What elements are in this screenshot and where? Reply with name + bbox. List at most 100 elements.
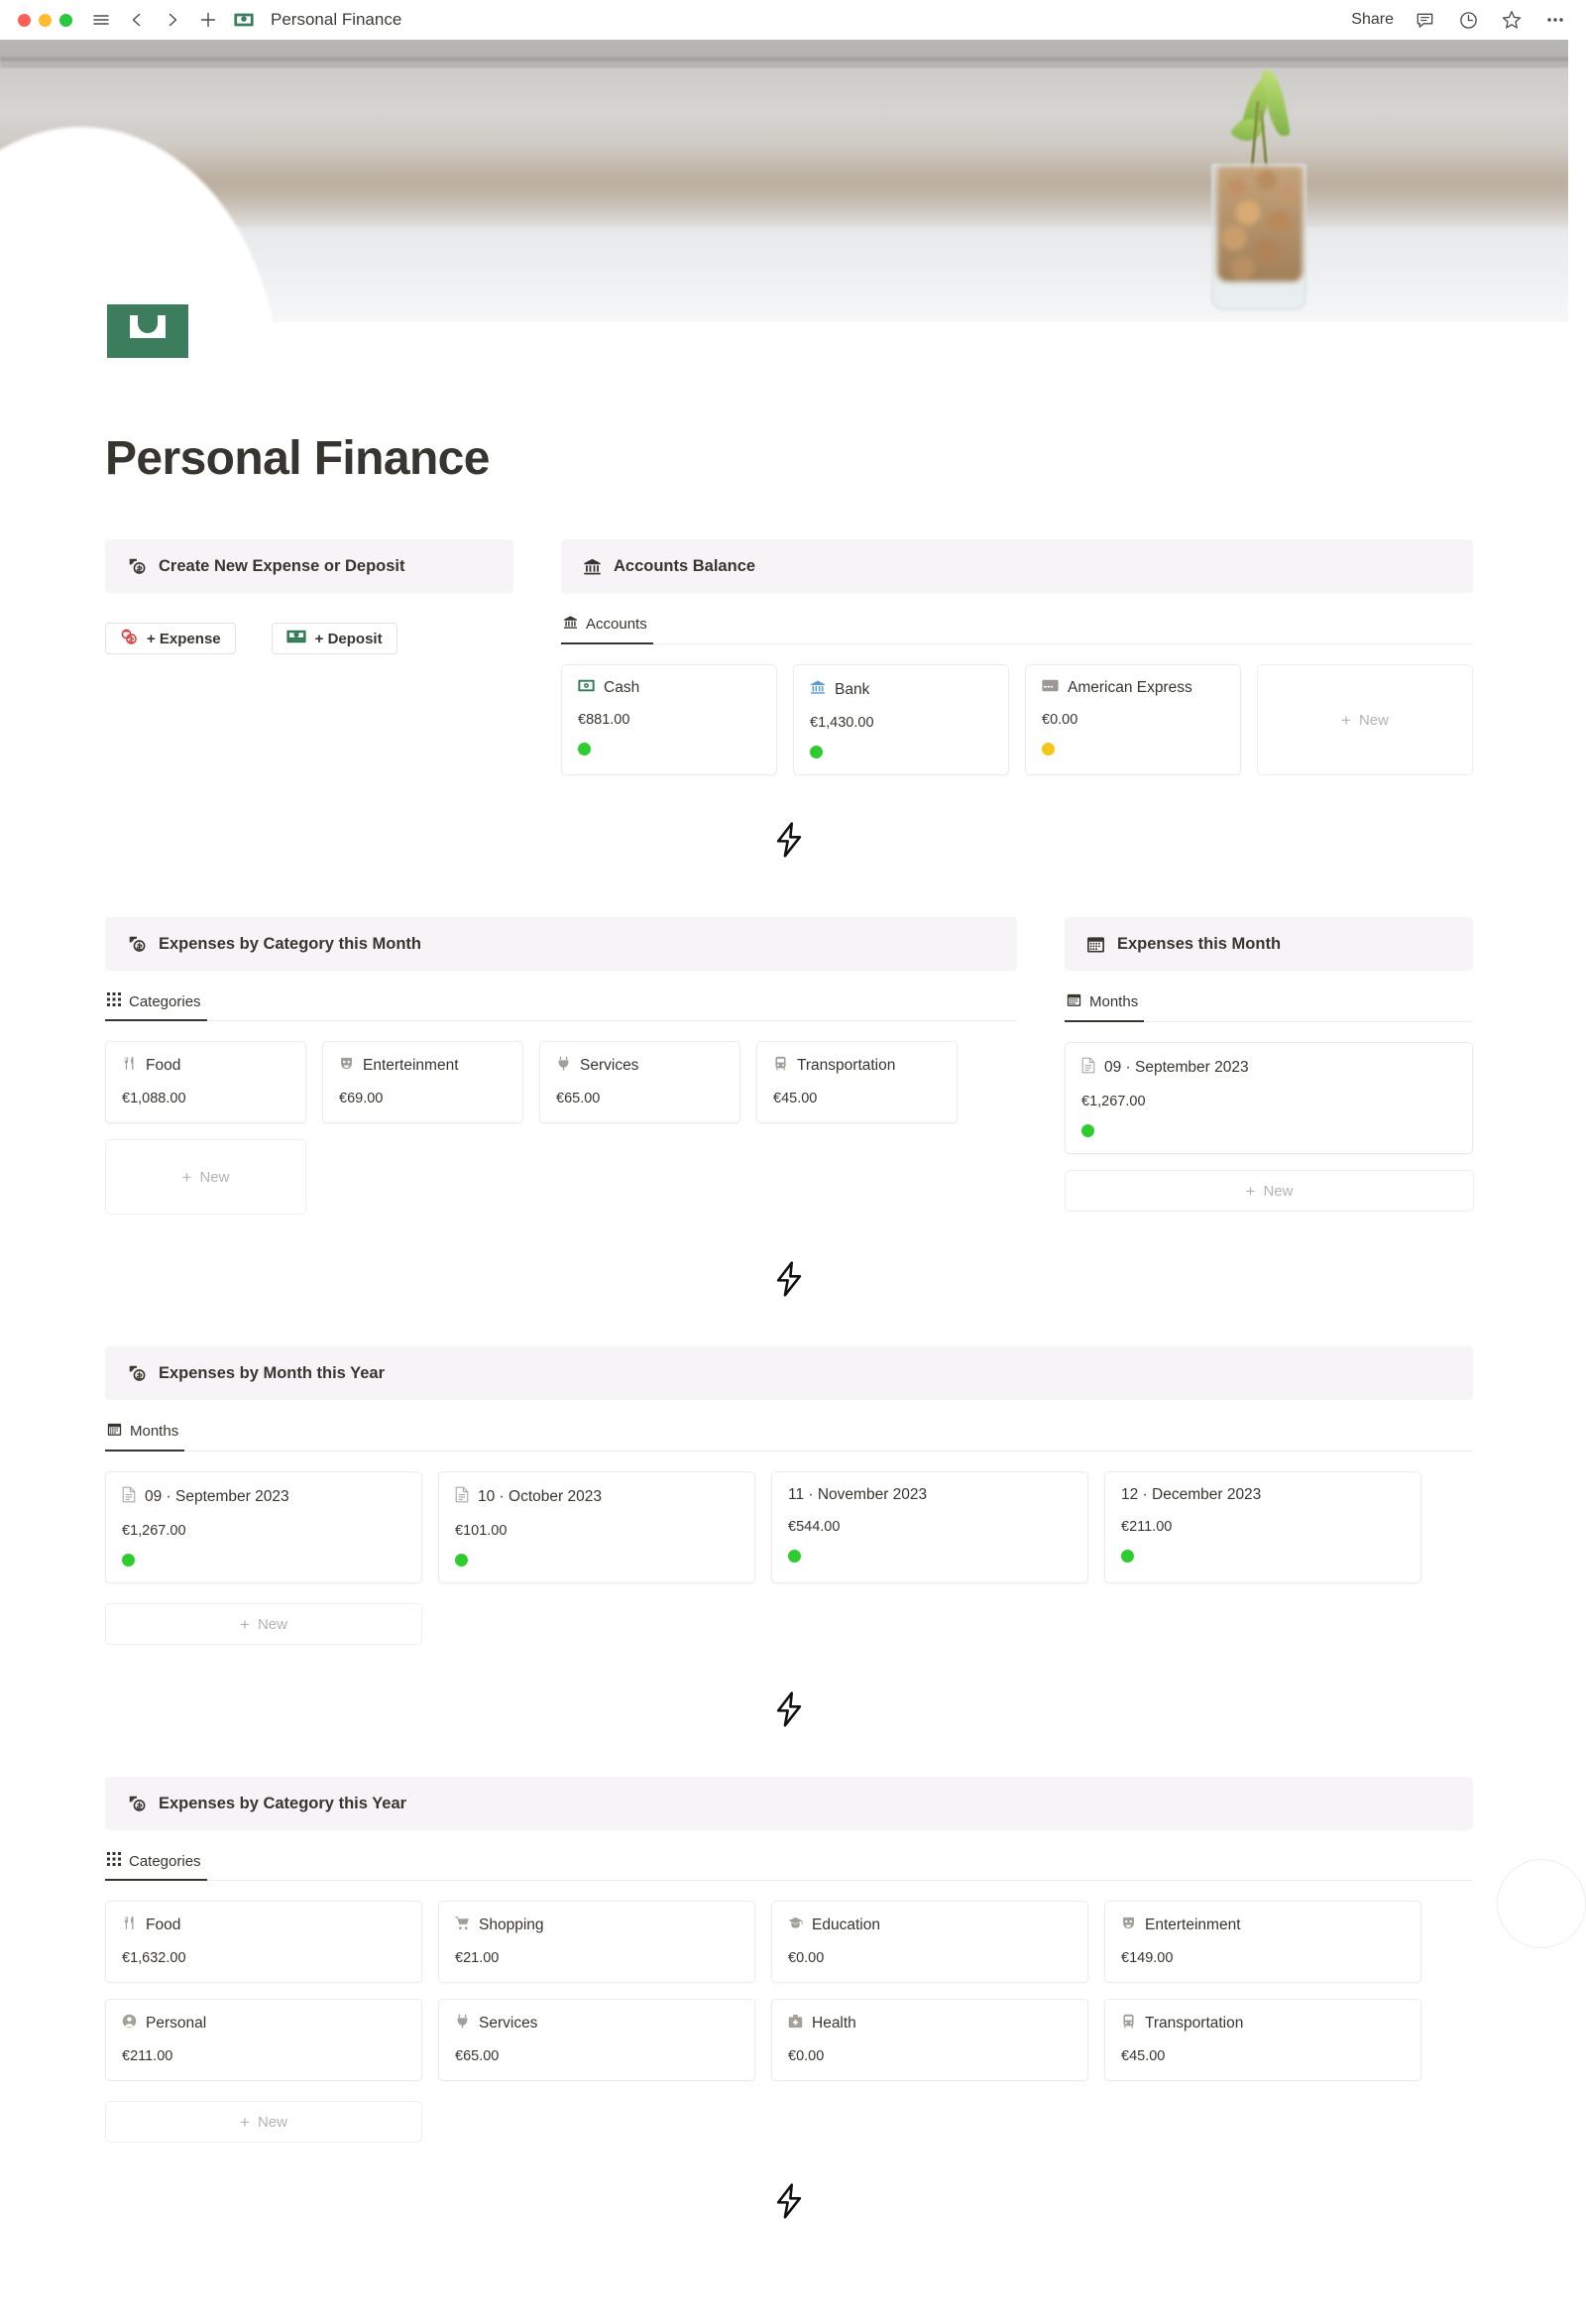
month-card[interactable]: 11 · November 2023 €544.00 bbox=[771, 1471, 1088, 1583]
second-section-row: Expenses by Category this Month Categori… bbox=[105, 917, 1474, 1215]
category-card[interactable]: Transportation €45.00 bbox=[1104, 1999, 1421, 2081]
expenses-month-cards: 09 · September 2023 €1,267.00 bbox=[1065, 1042, 1473, 1154]
category-card[interactable]: Food €1,088.00 bbox=[105, 1041, 306, 1123]
month-card-name: 09 · September 2023 bbox=[145, 1488, 289, 1505]
account-card[interactable]: American Express €0.00 bbox=[1025, 664, 1241, 775]
month-card-name: 10 · October 2023 bbox=[478, 1488, 602, 1505]
tab-accounts[interactable]: Accounts bbox=[561, 615, 653, 644]
add-expense-label: + Expense bbox=[147, 630, 221, 647]
tab-categories[interactable]: Categories bbox=[105, 1852, 207, 1881]
food-icon bbox=[122, 1916, 137, 1935]
window-title: Personal Finance bbox=[271, 10, 402, 29]
category-card-name: Education bbox=[812, 1917, 880, 1933]
category-card[interactable]: Services €65.00 bbox=[539, 1041, 740, 1123]
share-button[interactable]: Share bbox=[1351, 11, 1394, 29]
add-expense-button[interactable]: + Expense bbox=[105, 623, 236, 654]
category-card[interactable]: Services €65.00 bbox=[438, 1999, 755, 2081]
add-new-month-button[interactable]: + New bbox=[105, 1603, 422, 1645]
page-title: Personal Finance bbox=[105, 432, 490, 485]
category-card-title: Food bbox=[122, 1056, 289, 1076]
category-card-name: Enterteinment bbox=[363, 1057, 459, 1074]
category-card-title: Services bbox=[556, 1056, 724, 1076]
graduation-cap-icon bbox=[788, 1916, 803, 1935]
tab-months[interactable]: Months bbox=[105, 1422, 185, 1452]
expenses-by-category-month-block: Expenses by Category this Month Categori… bbox=[105, 917, 1017, 1215]
comment-icon[interactable] bbox=[1412, 7, 1437, 33]
chevron-right-icon[interactable] bbox=[160, 7, 185, 33]
star-icon[interactable] bbox=[1499, 7, 1525, 33]
banknote-green-icon bbox=[286, 630, 306, 647]
tab-months-label: Months bbox=[130, 1423, 179, 1440]
plug-icon bbox=[556, 1056, 571, 1076]
maximize-window-button[interactable] bbox=[59, 13, 72, 27]
category-card-value: €0.00 bbox=[788, 2048, 825, 2064]
page-icon[interactable] bbox=[105, 302, 190, 360]
account-card-name: Cash bbox=[604, 679, 640, 696]
masks-icon bbox=[339, 1056, 354, 1076]
money-exchange-icon bbox=[127, 934, 147, 954]
account-card[interactable]: Bank €1,430.00 bbox=[793, 664, 1009, 775]
category-card[interactable]: Shopping €21.00 bbox=[438, 1901, 755, 1983]
bank-icon bbox=[583, 557, 602, 576]
category-card[interactable]: Transportation €45.00 bbox=[756, 1041, 958, 1123]
month-card-value: €544.00 bbox=[788, 1519, 841, 1535]
category-year-tabstrip: Categories bbox=[105, 1852, 1473, 1881]
add-new-month-label: New bbox=[257, 1615, 287, 1633]
category-card-value: €149.00 bbox=[1121, 1950, 1174, 1966]
category-card[interactable]: Food €1,632.00 bbox=[105, 1901, 422, 1983]
add-new-category-label: New bbox=[257, 2113, 287, 2131]
grid-icon bbox=[107, 1852, 121, 1870]
minimize-window-button[interactable] bbox=[39, 13, 52, 27]
money-exchange-icon bbox=[127, 556, 147, 576]
month-card-name: 11 · November 2023 bbox=[788, 1486, 928, 1503]
cash-icon bbox=[578, 679, 595, 697]
add-new-category-button[interactable]: + New bbox=[105, 1139, 306, 1215]
add-new-account-button[interactable]: + New bbox=[1257, 664, 1473, 775]
calendar-icon bbox=[107, 1422, 122, 1441]
money-exchange-icon bbox=[127, 1363, 147, 1383]
month-card[interactable]: 09 · September 2023 €1,267.00 bbox=[105, 1471, 422, 1583]
category-card[interactable]: Enterteinment €149.00 bbox=[1104, 1901, 1421, 1983]
chevron-left-icon[interactable] bbox=[124, 7, 150, 33]
account-card-value: €1,430.00 bbox=[810, 715, 874, 731]
ellipsis-icon[interactable] bbox=[1542, 7, 1568, 33]
hamburger-icon[interactable] bbox=[88, 7, 114, 33]
category-card[interactable]: Education €0.00 bbox=[771, 1901, 1088, 1983]
clock-icon[interactable] bbox=[1455, 7, 1481, 33]
category-card-value: €65.00 bbox=[455, 2048, 500, 2064]
category-month-cards: Food €1,088.00 Enterteinment €69.00 Serv… bbox=[105, 1041, 1017, 1215]
window-titlebar: Personal Finance Share bbox=[0, 0, 1586, 40]
tab-months-label: Months bbox=[1089, 993, 1139, 1010]
calendar-icon bbox=[1067, 992, 1081, 1011]
month-card[interactable]: 10 · October 2023 €101.00 bbox=[438, 1471, 755, 1583]
category-card-value: €21.00 bbox=[455, 1950, 500, 1966]
tab-categories[interactable]: Categories bbox=[105, 992, 207, 1021]
month-card[interactable]: 12 · December 2023 €211.00 bbox=[1104, 1471, 1421, 1583]
plus-icon[interactable] bbox=[195, 7, 221, 33]
month-card-value: €101.00 bbox=[455, 1523, 508, 1539]
add-deposit-button[interactable]: + Deposit bbox=[271, 623, 397, 654]
status-badge bbox=[810, 746, 823, 758]
document-icon bbox=[122, 1486, 136, 1508]
category-card[interactable]: Personal €211.00 bbox=[105, 1999, 422, 2081]
account-card[interactable]: Cash €881.00 bbox=[561, 664, 777, 775]
category-card[interactable]: Health €0.00 bbox=[771, 1999, 1088, 2081]
category-card-value: €69.00 bbox=[339, 1091, 384, 1106]
medical-bag-icon bbox=[788, 2014, 803, 2034]
tab-months[interactable]: Months bbox=[1065, 992, 1145, 1022]
add-new-month-button[interactable]: + New bbox=[1065, 1170, 1474, 1212]
month-card-title: 11 · November 2023 bbox=[788, 1486, 1072, 1504]
category-card-title: Food bbox=[122, 1916, 405, 1935]
category-card[interactable]: Enterteinment €69.00 bbox=[322, 1041, 523, 1123]
account-card-title: Bank bbox=[810, 679, 992, 700]
account-card-title: Cash bbox=[578, 679, 760, 697]
account-card-value: €0.00 bbox=[1042, 712, 1078, 728]
accounts-tabstrip: Accounts bbox=[561, 615, 1473, 644]
add-new-category-button[interactable]: + New bbox=[105, 2101, 422, 2143]
category-year-header-label: Expenses by Category this Year bbox=[159, 1794, 407, 1812]
plus-icon: + bbox=[240, 1614, 250, 1634]
month-card[interactable]: 09 · September 2023 €1,267.00 bbox=[1065, 1042, 1473, 1154]
close-window-button[interactable] bbox=[18, 13, 31, 27]
bank-blue-icon bbox=[810, 679, 826, 700]
add-new-category-label: New bbox=[199, 1168, 230, 1186]
